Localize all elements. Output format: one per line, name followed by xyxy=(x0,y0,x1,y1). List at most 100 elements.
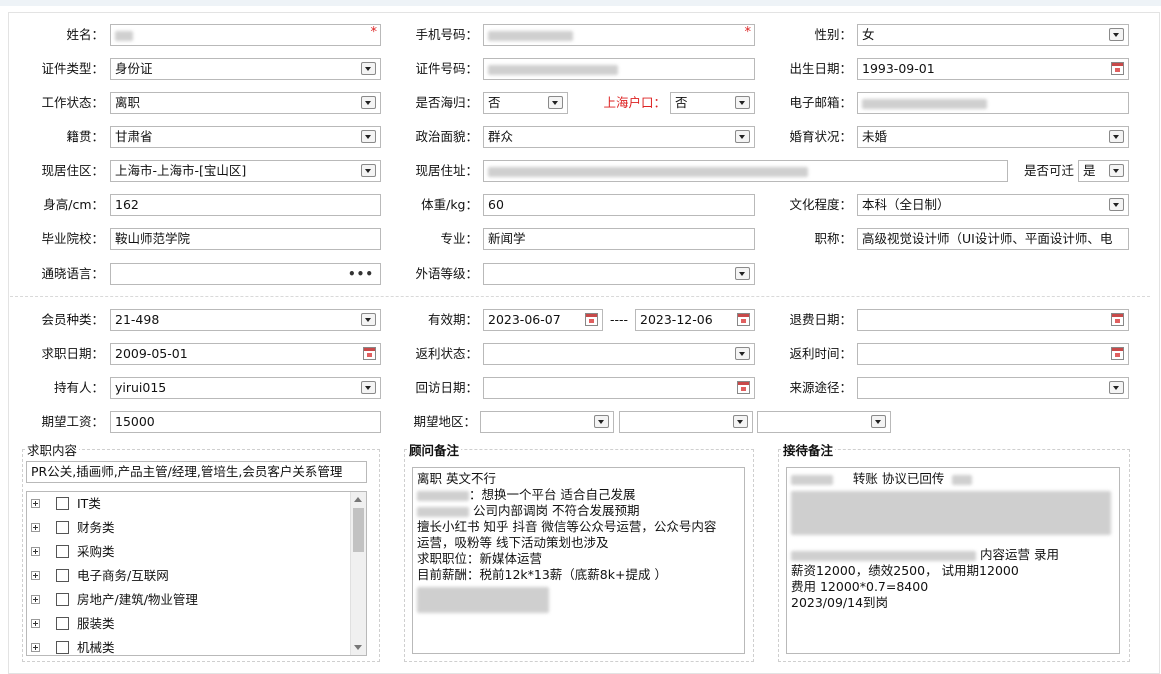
address-input[interactable] xyxy=(483,160,1008,182)
calendar-icon[interactable] xyxy=(363,347,376,360)
languages-input[interactable]: ••• xyxy=(110,263,381,285)
tree-item-label: 财务类 xyxy=(77,520,115,535)
expand-plus-icon[interactable] xyxy=(31,523,40,532)
checkbox[interactable] xyxy=(56,569,69,582)
expand-plus-icon[interactable] xyxy=(31,499,40,508)
chevron-down-icon[interactable] xyxy=(361,164,376,177)
lang-level-select[interactable] xyxy=(483,263,755,285)
returnee-select[interactable]: 否 xyxy=(483,92,568,114)
checkbox[interactable] xyxy=(56,641,69,654)
district-select[interactable]: 上海市-上海市-[宝山区] xyxy=(110,160,381,182)
phone-label: 手机号码： xyxy=(415,27,478,42)
chevron-down-icon[interactable] xyxy=(1109,164,1124,177)
chevron-down-icon[interactable] xyxy=(735,96,750,109)
more-dots-icon[interactable]: ••• xyxy=(348,264,374,284)
checkbox[interactable] xyxy=(56,521,69,534)
job-content-summary[interactable]: PR公关,插画师,产品主管/经理,管培生,会员客户关系管理 xyxy=(26,461,367,483)
political-select[interactable]: 群众 xyxy=(483,126,755,148)
validity-start-input[interactable]: 2023-06-07 xyxy=(483,309,603,331)
salary-input[interactable]: 15000 xyxy=(110,411,381,433)
refund-date-label: 退费日期： xyxy=(789,312,852,327)
region-district-select[interactable] xyxy=(757,411,891,433)
lang-level-label: 外语等级： xyxy=(415,266,478,281)
native-label: 籍贯： xyxy=(66,129,104,144)
job-category-tree[interactable]: IT类 财务类 采购类 电子商务/互联网 房地产/建筑/物业管理 服装类 机械类 xyxy=(26,491,367,656)
tree-scrollbar[interactable] xyxy=(350,492,366,655)
scroll-up-arrow-icon[interactable] xyxy=(354,497,362,502)
rebate-time-input[interactable] xyxy=(857,343,1129,365)
major-input[interactable]: 新闻学 xyxy=(483,228,755,250)
expand-plus-icon[interactable] xyxy=(31,619,40,628)
consultant-notes-textarea[interactable]: 离职 英文不行 ：想换一个平台 适合自己发展 公司内部调岗 不符合发展预期 擅长… xyxy=(412,467,745,654)
id-type-select[interactable]: 身份证 xyxy=(110,58,381,80)
job-date-input[interactable]: 2009-05-01 xyxy=(110,343,381,365)
member-type-select[interactable]: 21-498 xyxy=(110,309,381,331)
id-type-label: 证件类型： xyxy=(41,61,104,76)
title-input[interactable]: 高级视觉设计师（UI设计师、平面设计师、电 xyxy=(857,228,1129,250)
scroll-thumb[interactable] xyxy=(353,508,364,552)
notes-line-text: ：想换一个平台 适合自己发展 xyxy=(469,487,636,502)
name-input[interactable]: * xyxy=(110,24,381,46)
marital-select[interactable]: 未婚 xyxy=(857,126,1129,148)
chevron-down-icon[interactable] xyxy=(1109,198,1124,211)
native-select[interactable]: 甘肃省 xyxy=(110,126,381,148)
chevron-down-icon[interactable] xyxy=(361,130,376,143)
calendar-icon[interactable] xyxy=(585,313,598,326)
region-city-select[interactable] xyxy=(619,411,753,433)
validity-end-input[interactable]: 2023-12-06 xyxy=(635,309,755,331)
email-input[interactable] xyxy=(857,92,1129,114)
checkbox[interactable] xyxy=(56,545,69,558)
phone-input[interactable]: * xyxy=(483,24,755,46)
chevron-down-icon[interactable] xyxy=(361,313,376,326)
notes-line: 求职职位：新媒体运营 xyxy=(417,551,543,566)
calendar-icon[interactable] xyxy=(737,381,750,394)
calendar-icon[interactable] xyxy=(1111,62,1124,75)
chevron-down-icon[interactable] xyxy=(361,381,376,394)
birth-value: 1993-09-01 xyxy=(862,61,935,76)
calendar-icon[interactable] xyxy=(1111,313,1124,326)
expand-plus-icon[interactable] xyxy=(31,571,40,580)
school-input[interactable]: 鞍山师范学院 xyxy=(110,228,381,250)
reception-notes-textarea[interactable]: 转账 协议已回传 内容运营 录用 薪资12000，绩效2500， 试用期1200… xyxy=(786,467,1120,654)
chevron-down-icon[interactable] xyxy=(735,267,750,280)
chevron-down-icon[interactable] xyxy=(733,415,748,428)
refund-date-input[interactable] xyxy=(857,309,1129,331)
gender-select[interactable]: 女 xyxy=(857,24,1129,46)
weight-input[interactable]: 60 xyxy=(483,194,755,216)
checkbox[interactable] xyxy=(56,593,69,606)
height-input[interactable]: 162 xyxy=(110,194,381,216)
movable-select[interactable]: 是 xyxy=(1078,160,1129,182)
chevron-down-icon[interactable] xyxy=(548,96,563,109)
rebate-status-select[interactable] xyxy=(483,343,755,365)
redacted-text xyxy=(488,30,573,41)
birth-date-input[interactable]: 1993-09-01 xyxy=(857,58,1129,80)
chevron-down-icon[interactable] xyxy=(1109,381,1124,394)
chevron-down-icon[interactable] xyxy=(1109,130,1124,143)
work-status-select[interactable]: 离职 xyxy=(110,92,381,114)
chevron-down-icon[interactable] xyxy=(1109,28,1124,41)
chevron-down-icon[interactable] xyxy=(594,415,609,428)
chevron-down-icon[interactable] xyxy=(361,96,376,109)
sh-hukou-select[interactable]: 否 xyxy=(670,92,755,114)
region-province-select[interactable] xyxy=(480,411,614,433)
calendar-icon[interactable] xyxy=(1111,347,1124,360)
expand-plus-icon[interactable] xyxy=(31,643,40,652)
checkbox[interactable] xyxy=(56,497,69,510)
visit-date-input[interactable] xyxy=(483,377,755,399)
holder-select[interactable]: yirui015 xyxy=(110,377,381,399)
chevron-down-icon[interactable] xyxy=(361,62,376,75)
chevron-down-icon[interactable] xyxy=(871,415,886,428)
chevron-down-icon[interactable] xyxy=(735,130,750,143)
checkbox[interactable] xyxy=(56,617,69,630)
member-type-label: 会员种类： xyxy=(41,312,104,327)
notes-line: 目前薪酬：税前12k*13薪（底薪8k+提成 ） xyxy=(417,567,667,582)
source-select[interactable] xyxy=(857,377,1129,399)
scroll-down-arrow-icon[interactable] xyxy=(354,645,362,650)
calendar-icon[interactable] xyxy=(737,313,750,326)
chevron-down-icon[interactable] xyxy=(735,347,750,360)
expand-plus-icon[interactable] xyxy=(31,595,40,604)
id-no-input[interactable] xyxy=(483,58,755,80)
birth-label: 出生日期： xyxy=(789,61,852,76)
education-select[interactable]: 本科（全日制） xyxy=(857,194,1129,216)
expand-plus-icon[interactable] xyxy=(31,547,40,556)
